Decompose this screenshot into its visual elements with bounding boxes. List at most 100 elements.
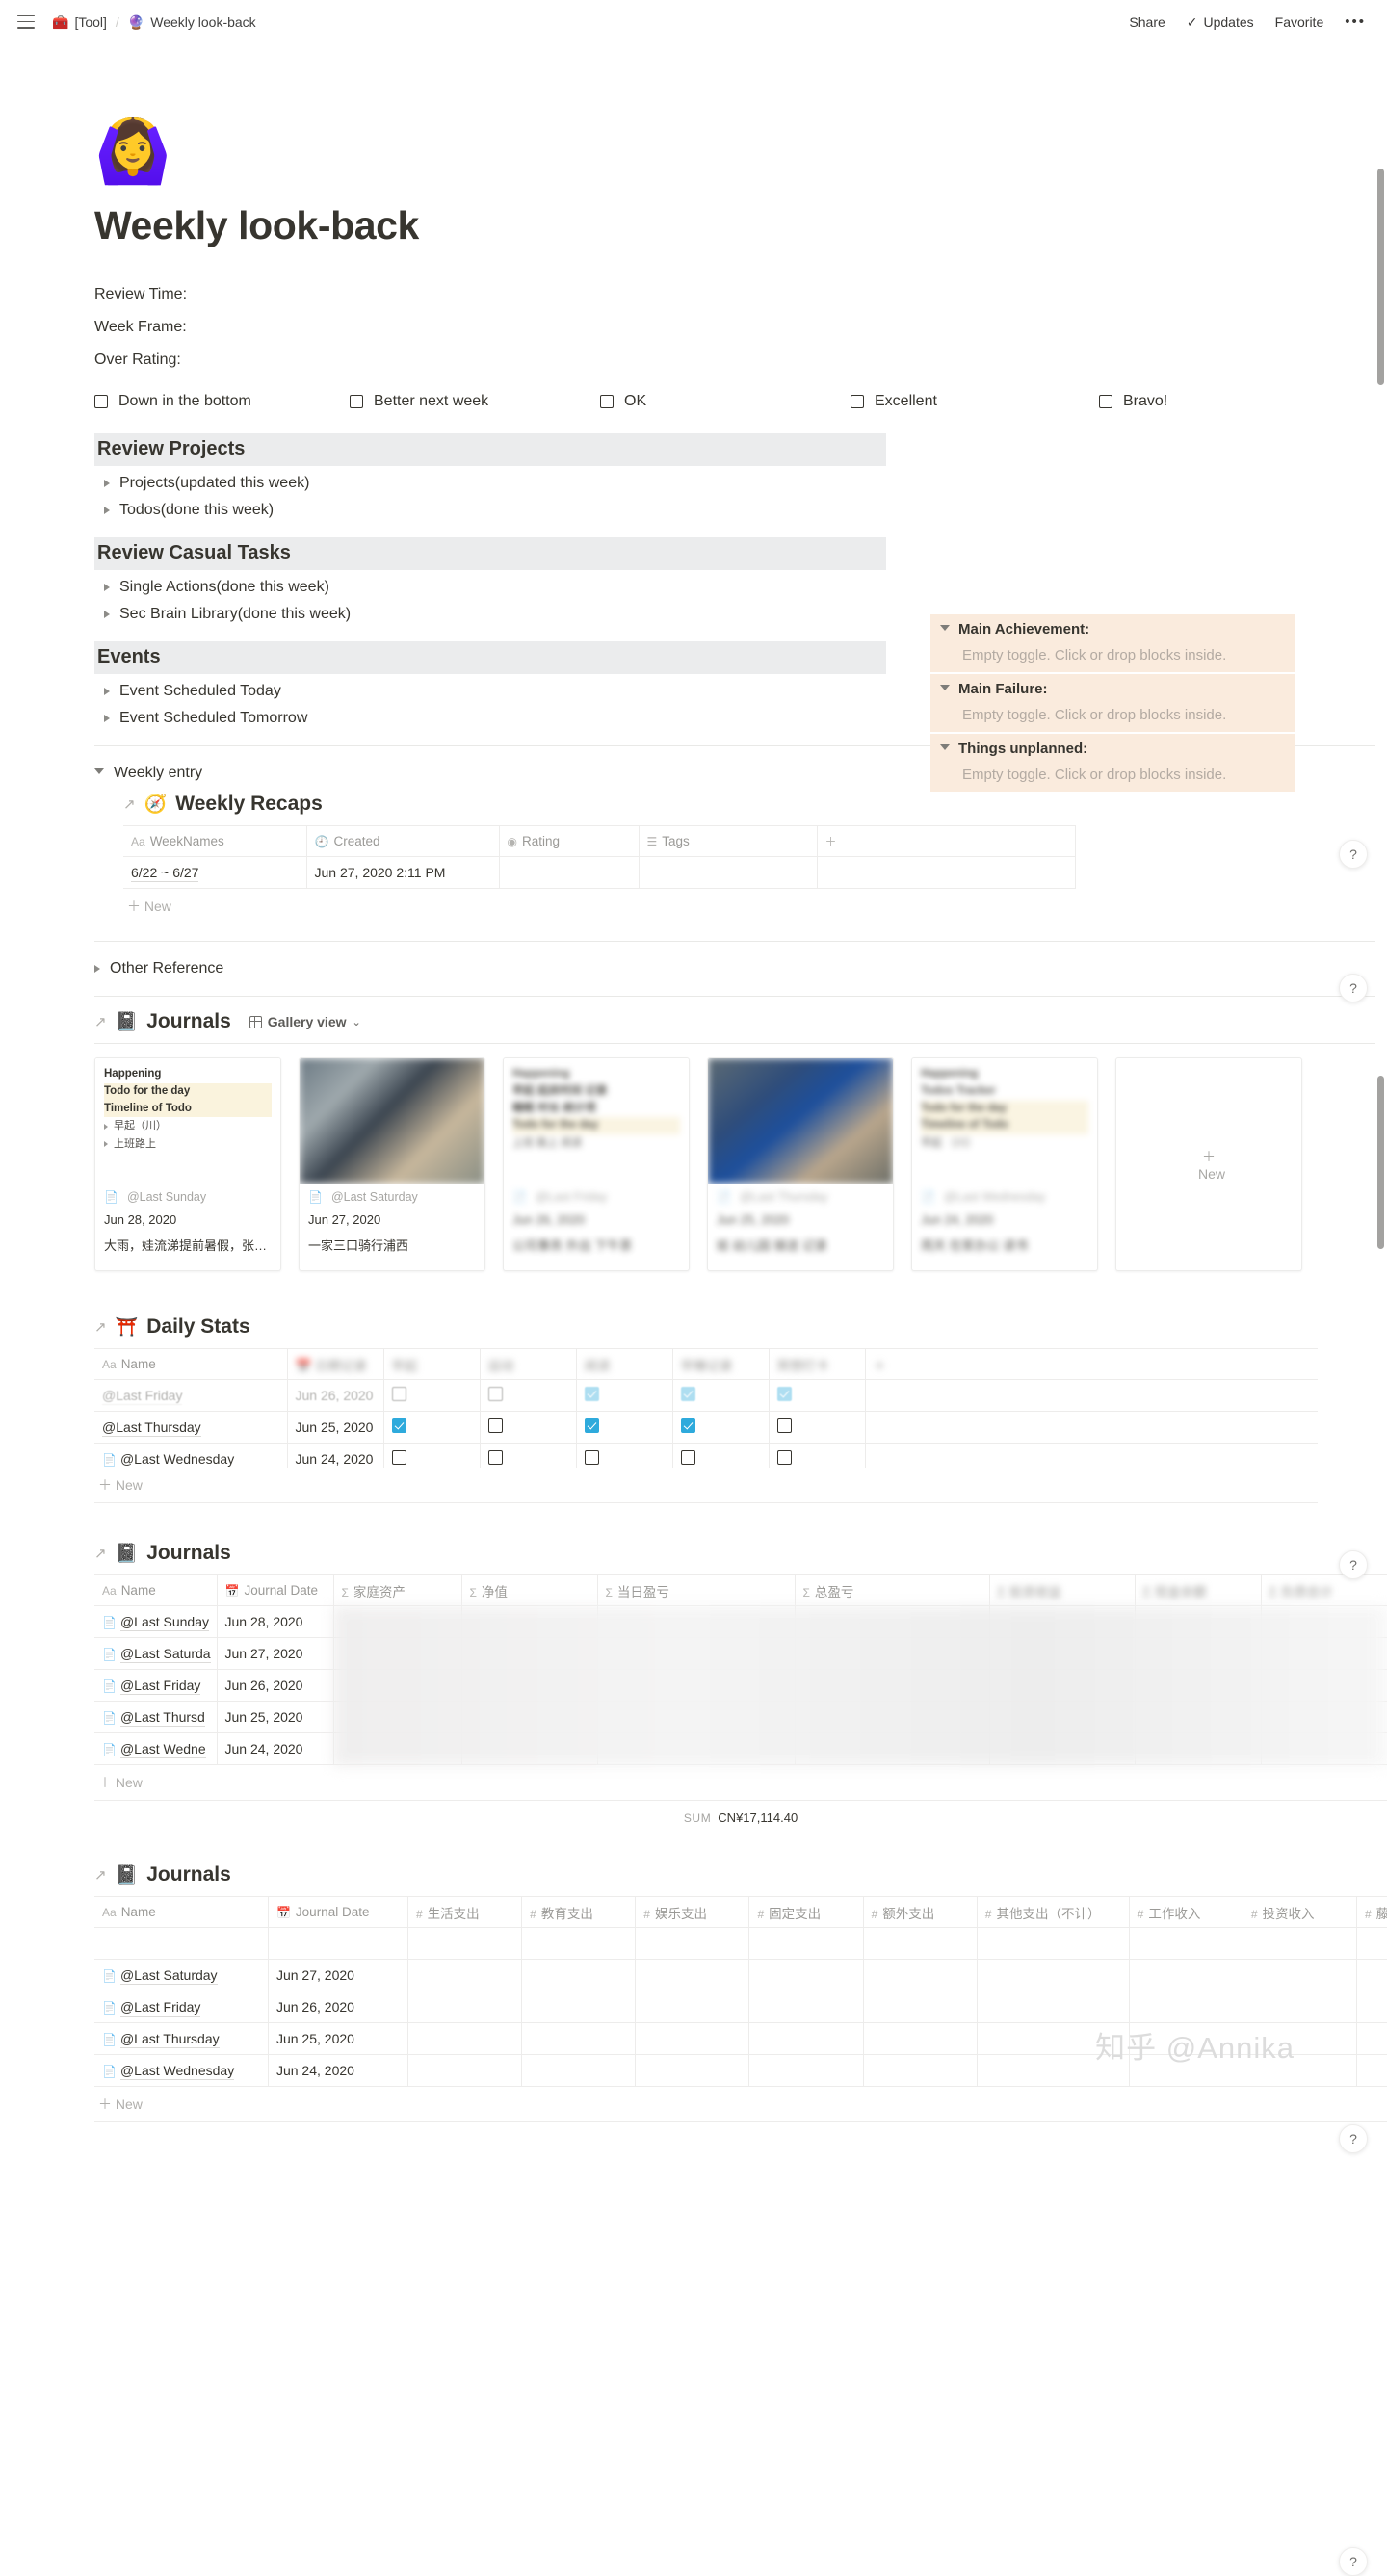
updates-button[interactable]: ✓ Updates (1187, 14, 1254, 30)
checkbox-icon[interactable] (776, 1450, 792, 1465)
cell-value[interactable] (407, 1959, 523, 1991)
chevron-right-icon[interactable] (104, 611, 110, 618)
rating-option-bravo[interactable]: Bravo! (1099, 393, 1167, 410)
page-icon[interactable]: 🙆‍♀️ (94, 120, 171, 182)
chevron-right-icon[interactable] (104, 688, 110, 695)
breadcrumb-item-tool[interactable]: 🧰 [Tool] (52, 14, 107, 30)
cell-value[interactable] (333, 1701, 462, 1733)
column-header-name[interactable]: Aa Name (94, 1896, 269, 1928)
cell-value[interactable] (333, 1669, 462, 1702)
cell-value[interactable] (748, 2054, 864, 2087)
cell-date[interactable]: Jun 26, 2020 (217, 1669, 334, 1702)
cell-weekname[interactable]: 6/22 ~ 6/27 (123, 856, 307, 889)
chevron-down-icon[interactable] (940, 743, 950, 754)
cell-value[interactable] (989, 1637, 1136, 1670)
cell-date[interactable]: Jun 27, 2020 (268, 1959, 408, 1991)
cell-value[interactable] (597, 1669, 796, 1702)
cell-value[interactable] (977, 1991, 1130, 2023)
cell-check[interactable] (383, 1379, 481, 1412)
cell-check[interactable] (769, 1411, 866, 1444)
cell-value[interactable] (1261, 1637, 1387, 1670)
column-header-rating[interactable]: ◉ Rating (499, 825, 640, 857)
chevron-down-icon[interactable] (94, 768, 104, 778)
toggle-todos-done[interactable]: Todos(done this week) (94, 497, 1387, 524)
chevron-right-icon[interactable] (94, 965, 100, 973)
cell-value[interactable] (795, 1605, 990, 1638)
checkbox-icon[interactable] (776, 1418, 792, 1433)
cell-name[interactable]: 📄 @Last Wednesday (94, 1443, 288, 1468)
cell-value[interactable] (521, 1991, 637, 2023)
breadcrumb-item-page[interactable]: 🔮 Weekly look-back (128, 14, 256, 30)
add-new-row-button[interactable]: ＋ New (123, 889, 1075, 924)
checkbox-icon[interactable] (487, 1387, 503, 1401)
column-header-education-expense[interactable]: # 教育支出 (521, 1896, 637, 1928)
column-header-metric-4[interactable]: 早睡记录 (672, 1348, 770, 1380)
cell-check[interactable] (576, 1411, 673, 1444)
cell-value[interactable] (597, 1732, 796, 1765)
cell-date[interactable]: Jun 26, 2020 (287, 1379, 384, 1412)
column-header-journal-date[interactable]: 📅 Journal Date (268, 1896, 408, 1928)
cell-value[interactable] (635, 1991, 750, 2023)
cell-value[interactable] (461, 1732, 598, 1765)
cell-created[interactable]: Jun 27, 2020 2:11 PM (306, 856, 500, 889)
cell-value[interactable] (635, 1959, 750, 1991)
column-header-name[interactable]: Aa Name (94, 1574, 218, 1606)
table-row[interactable]: 📄 @Last Sunday Jun 28, 2020 (94, 1605, 1387, 1638)
checkbox-icon[interactable] (391, 1450, 406, 1465)
checkbox-icon[interactable] (680, 1450, 695, 1465)
column-header-total-pnl[interactable]: Σ 总盈亏 (795, 1574, 990, 1606)
cell-check[interactable] (576, 1443, 673, 1468)
cell-value[interactable] (795, 1669, 990, 1702)
rating-option-excellent[interactable]: Excellent (851, 393, 1099, 410)
chevron-down-icon[interactable] (940, 684, 950, 694)
callout-things-unplanned[interactable]: Things unplanned: Empty toggle. Click or… (930, 734, 1295, 792)
cell-check[interactable] (480, 1379, 577, 1412)
open-database-icon[interactable]: ↗ (94, 1013, 107, 1030)
chevron-right-icon[interactable] (104, 584, 110, 591)
help-bubble[interactable]: ? (1339, 974, 1368, 1002)
gallery-card[interactable]: 📄 @Last Saturday Jun 27, 2020 一家三口骑行浦西 (299, 1057, 485, 1271)
checkbox-icon[interactable] (584, 1450, 599, 1465)
table-row[interactable]: 📄 @Last Wednesday Jun 24, 2020 (94, 1443, 1318, 1468)
cell-value[interactable] (407, 1991, 523, 2023)
cell-date[interactable]: Jun 25, 2020 (287, 1411, 384, 1444)
column-header-entertainment-expense[interactable]: # 娱乐支出 (635, 1896, 750, 1928)
column-header-extra-2[interactable]: Σ 现金余额 (1135, 1574, 1262, 1606)
callout-title-row[interactable]: Main Failure: (940, 681, 1285, 697)
checkbox-icon[interactable] (391, 1418, 406, 1433)
cell-value[interactable] (795, 1637, 990, 1670)
checkbox-icon[interactable] (391, 1387, 406, 1401)
cell-check[interactable] (480, 1443, 577, 1468)
cell-date[interactable]: Jun 25, 2020 (217, 1701, 334, 1733)
rating-option-down[interactable]: Down in the bottom (94, 393, 350, 410)
column-header-metric-2[interactable]: 运动 (480, 1348, 577, 1380)
column-header-investment-income[interactable]: # 投资收入 (1243, 1896, 1357, 1928)
checkbox-icon[interactable] (1099, 395, 1112, 408)
cell-check[interactable] (672, 1379, 770, 1412)
column-add-button[interactable]: ＋ (865, 1348, 1318, 1380)
cell-value[interactable] (1356, 2022, 1387, 2055)
help-bubble[interactable]: ? (1339, 840, 1368, 869)
cell-value[interactable] (795, 1701, 990, 1733)
more-options-icon[interactable]: ••• (1345, 13, 1366, 30)
add-new-row-button[interactable]: ＋ New (94, 2087, 1387, 2122)
column-header-teng-ma[interactable]: #藤妈自主 (1356, 1896, 1387, 1928)
cell-value[interactable] (989, 1669, 1136, 1702)
cell-date[interactable]: Jun 24, 2020 (287, 1443, 384, 1468)
cell-value[interactable] (1356, 1959, 1387, 1991)
checkbox-icon[interactable] (350, 395, 363, 408)
cell-check[interactable] (576, 1379, 673, 1412)
cell-value[interactable] (989, 1732, 1136, 1765)
help-bubble[interactable]: ? (1339, 1550, 1368, 1579)
table-row[interactable]: 📄 @Last Saturday Jun 27, 2020 (94, 1959, 1387, 1991)
table-row[interactable]: 📄 @Last Friday Jun 26, 2020 (94, 1991, 1387, 2023)
cell-date[interactable]: Jun 27, 2020 (217, 1637, 334, 1670)
cell-date[interactable]: Jun 24, 2020 (217, 1732, 334, 1765)
cell-value[interactable] (1135, 1669, 1262, 1702)
cell-value[interactable] (333, 1605, 462, 1638)
rating-option-ok[interactable]: OK (600, 393, 851, 410)
help-bubble[interactable]: ? (1339, 2547, 1368, 2576)
cell-check[interactable] (383, 1443, 481, 1468)
cell-value[interactable] (597, 1701, 796, 1733)
cell-value[interactable] (333, 1732, 462, 1765)
